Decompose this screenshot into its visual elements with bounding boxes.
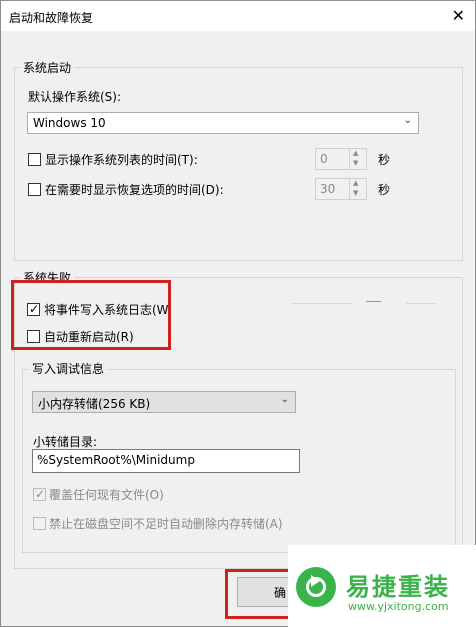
spinner-buttons[interactable]: ▲ ▼	[349, 149, 366, 169]
show-recovery-checkbox[interactable]	[28, 183, 41, 196]
spinner-buttons[interactable]: ▲ ▼	[349, 179, 366, 199]
default-os-select[interactable]: Windows 10 ⌄	[27, 112, 419, 134]
disable-auto-delete-label: 禁止在磁盘空间不足时自动删除内存转储(A)	[49, 517, 283, 531]
seconds-unit-2: 秒	[378, 183, 391, 197]
show-os-list-spinner[interactable]: 0 ▲ ▼	[315, 148, 367, 170]
divider	[406, 303, 436, 304]
checkmark-icon: ✓	[35, 487, 46, 501]
dump-dir-field[interactable]	[32, 449, 300, 473]
chevron-down-icon: ⌄	[280, 394, 289, 405]
show-os-list-label: 显示操作系统列表的时间(T):	[45, 153, 198, 167]
spin-down-icon[interactable]: ▼	[353, 159, 358, 167]
title-bar: 启动和故障恢复 ✕	[1, 1, 475, 31]
debug-type-select[interactable]: 小内存转储(256 KB) ⌄	[32, 391, 296, 413]
spin-up-icon[interactable]: ▲	[353, 179, 358, 187]
show-recovery-spinner[interactable]: 30 ▲ ▼	[315, 178, 367, 200]
default-os-label: 默认操作系统(S):	[28, 90, 122, 104]
watermark-name: 易捷重装	[346, 573, 450, 601]
watermark-url: www.yjxitong.com	[348, 600, 449, 613]
show-os-list-value: 0	[320, 152, 328, 166]
highlight-frame-options	[11, 280, 171, 350]
dump-dir-input[interactable]	[37, 453, 287, 467]
close-icon[interactable]: ✕	[452, 6, 465, 25]
show-os-list-checkbox[interactable]	[28, 153, 41, 166]
divider	[366, 301, 381, 302]
divider	[291, 303, 351, 304]
spin-up-icon[interactable]: ▲	[353, 149, 358, 157]
startup-recovery-dialog: 启动和故障恢复 ✕ 系统启动 默认操作系统(S): Windows 10 ⌄ 显…	[0, 0, 476, 627]
watermark-logo: 易捷重装 www.yjxitong.com	[288, 545, 476, 627]
seconds-unit-1: 秒	[378, 153, 391, 167]
system-startup-legend: 系统启动	[20, 59, 75, 76]
debug-info-legend: 写入调试信息	[29, 360, 108, 377]
overwrite-checkbox[interactable]: ✓	[33, 487, 46, 501]
spin-down-icon[interactable]: ▼	[353, 189, 358, 197]
show-recovery-label: 在需要时显示恢复选项的时间(D):	[45, 183, 224, 197]
window-title: 启动和故障恢复	[9, 11, 94, 25]
dump-dir-label: 小转储目录:	[33, 435, 98, 449]
overwrite-label: 覆盖任何现有文件(O)	[49, 488, 164, 502]
debug-type-value: 小内存转储(256 KB)	[38, 397, 151, 411]
dialog-body: 系统启动 默认操作系统(S): Windows 10 ⌄ 显示操作系统列表的时间…	[1, 31, 475, 626]
disable-auto-delete-checkbox[interactable]	[33, 517, 46, 530]
refresh-icon	[296, 567, 336, 607]
chevron-down-icon: ⌄	[403, 115, 412, 126]
show-recovery-value: 30	[320, 182, 336, 196]
default-os-value: Windows 10	[33, 116, 106, 130]
